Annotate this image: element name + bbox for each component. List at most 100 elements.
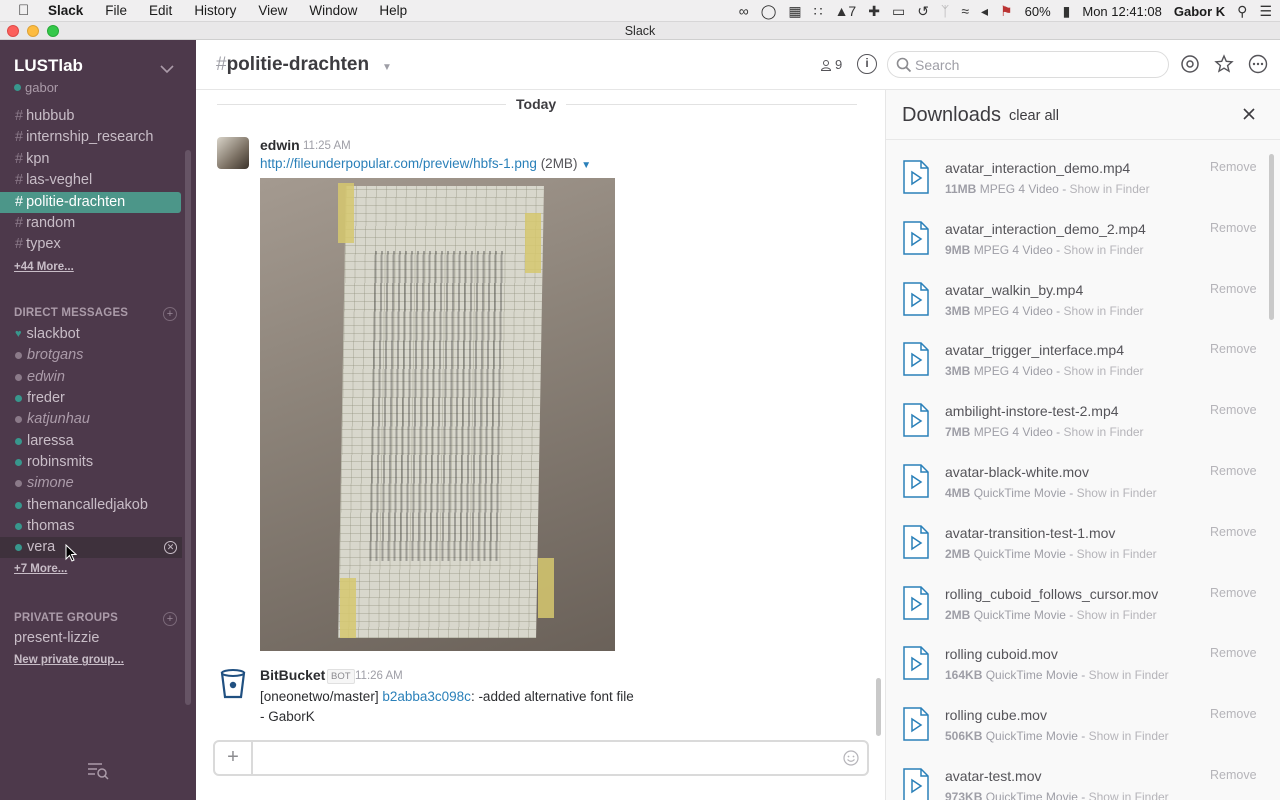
channel-las-veghel[interactable]: # las-veghel <box>0 170 182 191</box>
download-item[interactable]: avatar_trigger_interface.mp4 3MB MPEG 4 V… <box>886 322 1266 383</box>
star-icon[interactable] <box>1212 52 1236 76</box>
download-filename[interactable]: avatar_interaction_demo_2.mp4 <box>945 221 1146 237</box>
close-icon[interactable] <box>1242 107 1256 121</box>
download-filename[interactable]: avatar_interaction_demo.mp4 <box>945 160 1130 176</box>
notification-icon[interactable]: ▲7 <box>835 3 857 19</box>
download-filename[interactable]: avatar-black-white.mov <box>945 464 1089 480</box>
close-window-button[interactable] <box>7 25 19 37</box>
group-present-lizzie[interactable]: present-lizzie <box>0 628 182 649</box>
flag-icon[interactable]: ⚑ <box>1000 3 1013 20</box>
dm-themancalledjakob[interactable]: themancalledjakob <box>0 494 182 515</box>
download-filename[interactable]: rolling cuboid.mov <box>945 646 1058 662</box>
remove-button[interactable]: Remove <box>1210 768 1257 782</box>
link-icon[interactable]: ∞ <box>739 3 749 19</box>
commit-link[interactable]: b2abba3c098c <box>382 689 471 704</box>
battery-icon[interactable]: ▮ <box>1063 3 1071 20</box>
clear-all-link[interactable]: clear all <box>1009 108 1059 124</box>
dm-robinsmits[interactable]: robinsmits <box>0 452 182 473</box>
menu-view[interactable]: View <box>258 3 287 18</box>
remove-button[interactable]: Remove <box>1210 221 1257 235</box>
download-filename[interactable]: avatar-test.mov <box>945 768 1041 784</box>
bitbucket-avatar[interactable] <box>219 668 247 700</box>
download-filename[interactable]: ambilight-instore-test-2.mp4 <box>945 403 1119 419</box>
download-item[interactable]: avatar_interaction_demo.mp4 11MB MPEG 4 V… <box>886 140 1266 201</box>
close-dm-icon[interactable]: ✕ <box>164 540 177 554</box>
download-item[interactable]: rolling cuboid.mov 164KB QuickTime Movie … <box>886 626 1266 687</box>
download-item[interactable]: avatar-black-white.mov 4MB QuickTime Movi… <box>886 444 1266 505</box>
message-scrollbar[interactable] <box>876 678 881 736</box>
remove-button[interactable]: Remove <box>1210 342 1257 356</box>
show-in-finder-link[interactable]: Show in Finder <box>1089 790 1169 800</box>
chevron-down-icon[interactable]: ▼ <box>581 160 591 171</box>
member-count-button[interactable]: 9 <box>820 57 842 72</box>
dm-katjunhau[interactable]: katjunhau <box>0 409 182 430</box>
show-in-finder-link[interactable]: Show in Finder <box>1089 668 1169 682</box>
downloads-scrollbar[interactable] <box>1269 154 1274 320</box>
message-author[interactable]: edwin <box>260 137 300 153</box>
notification-center-icon[interactable]: ☰ <box>1259 3 1272 20</box>
more-options-icon[interactable] <box>1246 52 1270 76</box>
mentions-icon[interactable] <box>1178 52 1202 76</box>
show-in-finder-link[interactable]: Show in Finder <box>1064 304 1144 318</box>
volume-icon[interactable]: ◂ <box>981 3 988 20</box>
show-in-finder-link[interactable]: Show in Finder <box>1064 243 1144 257</box>
new-private-group-link[interactable]: New private group... <box>0 649 182 671</box>
download-filename[interactable]: avatar_walkin_by.mp4 <box>945 282 1083 298</box>
menu-edit[interactable]: Edit <box>149 3 172 18</box>
display-icon[interactable]: ▭ <box>892 3 905 20</box>
wifi-icon[interactable]: ≈ <box>961 3 969 19</box>
channel-hubbub[interactable]: # hubbub <box>0 106 182 127</box>
show-in-finder-link[interactable]: Show in Finder <box>1070 182 1150 196</box>
show-in-finder-link[interactable]: Show in Finder <box>1064 425 1144 439</box>
show-in-finder-link[interactable]: Show in Finder <box>1077 608 1157 622</box>
remove-button[interactable]: Remove <box>1210 160 1257 174</box>
channel-internship-research[interactable]: # internship_research <box>0 127 182 148</box>
add-group-icon[interactable]: + <box>163 612 177 626</box>
image-preview[interactable] <box>260 178 615 651</box>
minimize-window-button[interactable] <box>27 25 39 37</box>
calendar-icon[interactable]: ▦ <box>788 3 801 20</box>
dm-freder[interactable]: freder <box>0 388 182 409</box>
show-in-finder-link[interactable]: Show in Finder <box>1064 364 1144 378</box>
menu-help[interactable]: Help <box>379 3 407 18</box>
download-item[interactable]: rolling_cuboid_follows_cursor.mov 2MB Qui… <box>886 566 1266 627</box>
show-in-finder-link[interactable]: Show in Finder <box>1089 729 1169 743</box>
channel-random[interactable]: # random <box>0 213 182 234</box>
channel-typex[interactable]: # typex <box>0 234 182 255</box>
avatar[interactable] <box>217 137 249 169</box>
grid-icon[interactable]: ∷ <box>814 3 823 20</box>
search-input[interactable] <box>915 55 1155 75</box>
remove-button[interactable]: Remove <box>1210 646 1257 660</box>
show-in-finder-link[interactable]: Show in Finder <box>1077 486 1157 500</box>
download-filename[interactable]: avatar-transition-test-1.mov <box>945 525 1115 541</box>
dm-brotgans[interactable]: brotgans <box>0 345 182 366</box>
file-link[interactable]: http://fileunderpopular.com/preview/hbfs… <box>260 156 537 171</box>
plus-icon[interactable]: ✚ <box>868 3 880 20</box>
remove-button[interactable]: Remove <box>1210 464 1257 478</box>
clock[interactable]: Mon 12:41:08 <box>1082 4 1162 19</box>
menu-history[interactable]: History <box>194 3 236 18</box>
chevron-down-icon[interactable]: ▼ <box>382 62 392 73</box>
search-box[interactable] <box>887 51 1169 78</box>
remove-button[interactable]: Remove <box>1210 707 1257 721</box>
dm-thomas[interactable]: thomas <box>0 516 182 537</box>
zoom-window-button[interactable] <box>47 25 59 37</box>
menu-app[interactable]: Slack <box>48 3 83 18</box>
download-item[interactable]: avatar_walkin_by.mp4 3MB MPEG 4 Video - S… <box>886 262 1266 323</box>
dm-more-link[interactable]: +7 More... <box>0 558 182 580</box>
download-filename[interactable]: rolling_cuboid_follows_cursor.mov <box>945 586 1158 602</box>
download-filename[interactable]: avatar_trigger_interface.mp4 <box>945 342 1124 358</box>
download-item[interactable]: avatar-transition-test-1.mov 2MB QuickTim… <box>886 505 1266 566</box>
dm-vera[interactable]: vera ✕ <box>0 536 182 559</box>
dm-simone[interactable]: simone <box>0 473 182 494</box>
show-in-finder-link[interactable]: Show in Finder <box>1077 547 1157 561</box>
dm-laressa[interactable]: laressa <box>0 430 182 451</box>
dm-header[interactable]: DIRECT MESSAGES <box>14 307 128 319</box>
current-user[interactable]: gabor <box>14 80 58 95</box>
message-author[interactable]: BitBucket <box>260 667 325 683</box>
team-name[interactable]: LUSTlab <box>14 56 83 76</box>
remove-button[interactable]: Remove <box>1210 403 1257 417</box>
menu-file[interactable]: File <box>105 3 127 18</box>
remove-button[interactable]: Remove <box>1210 282 1257 296</box>
dm-edwin[interactable]: edwin <box>0 367 182 388</box>
